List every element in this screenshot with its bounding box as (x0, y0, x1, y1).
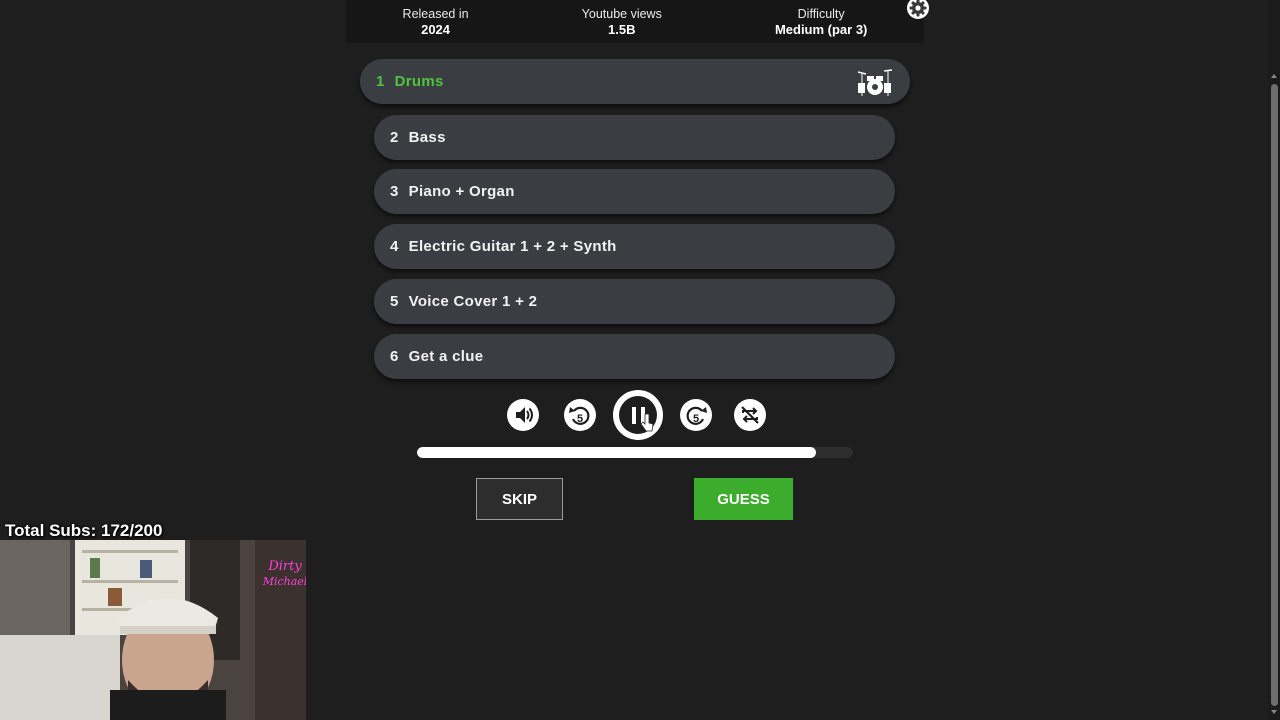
drum-kit-icon (857, 69, 893, 96)
stem-label: Bass (408, 129, 446, 146)
stem-number: 4 (390, 238, 399, 255)
stem-number: 3 (390, 183, 399, 200)
stem-label: Voice Cover 1 + 2 (408, 293, 538, 310)
guess-button[interactable]: GUESS (694, 478, 793, 520)
released-info: Released in 2024 (403, 7, 469, 37)
scroll-up-arrow-icon[interactable] (1271, 74, 1277, 78)
stem-number: 2 (390, 129, 399, 146)
scroll-thumb[interactable] (1271, 84, 1278, 706)
views-info: Youtube views 1.5B (582, 7, 662, 37)
difficulty-value: Medium (par 3) (774, 21, 868, 37)
stem-row-piano-organ[interactable]: 3 Piano + Organ (374, 169, 895, 214)
svg-text:Michael: Michael (262, 575, 306, 588)
released-label: Released in (402, 6, 469, 21)
difficulty-label: Difficulty (797, 6, 845, 21)
rewind-5-button[interactable]: 5 (564, 399, 596, 431)
subs-counter-overlay: Total Subs: 172/200 (5, 521, 163, 540)
stem-row-voice-cover[interactable]: 5 Voice Cover 1 + 2 (374, 279, 895, 324)
webcam-feed: Dirty Michael (0, 540, 306, 720)
views-value: 1.5B (608, 21, 636, 37)
volume-button[interactable] (507, 399, 539, 431)
stem-number: 6 (390, 348, 399, 365)
rewind-seconds: 5 (577, 413, 583, 425)
progress-fill (417, 447, 816, 458)
playback-progress-bar[interactable] (417, 447, 853, 458)
speaker-icon (516, 407, 533, 423)
forward-seconds: 5 (693, 413, 699, 425)
stem-row-bass[interactable]: 2 Bass (374, 115, 895, 160)
difficulty-info: Difficulty Medium (par 3) (775, 7, 867, 37)
webcam-image: Dirty Michael (0, 540, 306, 720)
stem-number: 1 (376, 73, 385, 90)
views-label: Youtube views (581, 6, 662, 21)
stem-row-get-a-clue[interactable]: 6 Get a clue (374, 334, 895, 379)
stem-label: Piano + Organ (408, 183, 515, 200)
svg-text:Dirty: Dirty (267, 559, 302, 574)
stem-row-electric-guitar[interactable]: 4 Electric Guitar 1 + 2 + Synth (374, 224, 895, 269)
page-scrollbar[interactable] (1268, 0, 1280, 720)
stem-label: Get a clue (408, 348, 484, 365)
forward-5-button[interactable]: 5 (680, 399, 712, 431)
loop-toggle-button[interactable] (734, 399, 766, 431)
settings-gear-icon[interactable] (906, 0, 930, 20)
song-info-bar: Released in 2024 Youtube views 1.5B Diff… (346, 0, 924, 43)
stem-row-drums[interactable]: 1 Drums (360, 59, 910, 104)
mouse-cursor-icon (640, 413, 654, 432)
skip-button[interactable]: SKIP (476, 478, 563, 520)
rewind-icon: 5 (569, 406, 590, 425)
released-value: 2024 (421, 21, 451, 37)
stem-label: Drums (394, 73, 444, 90)
stem-label: Electric Guitar 1 + 2 + Synth (408, 238, 617, 255)
game-page: Released in 2024 Youtube views 1.5B Diff… (0, 0, 1280, 720)
pause-button[interactable] (613, 390, 663, 440)
loop-off-icon (741, 406, 759, 424)
scroll-down-arrow-icon[interactable] (1271, 710, 1277, 714)
stem-number: 5 (390, 293, 399, 310)
forward-icon: 5 (686, 406, 707, 425)
